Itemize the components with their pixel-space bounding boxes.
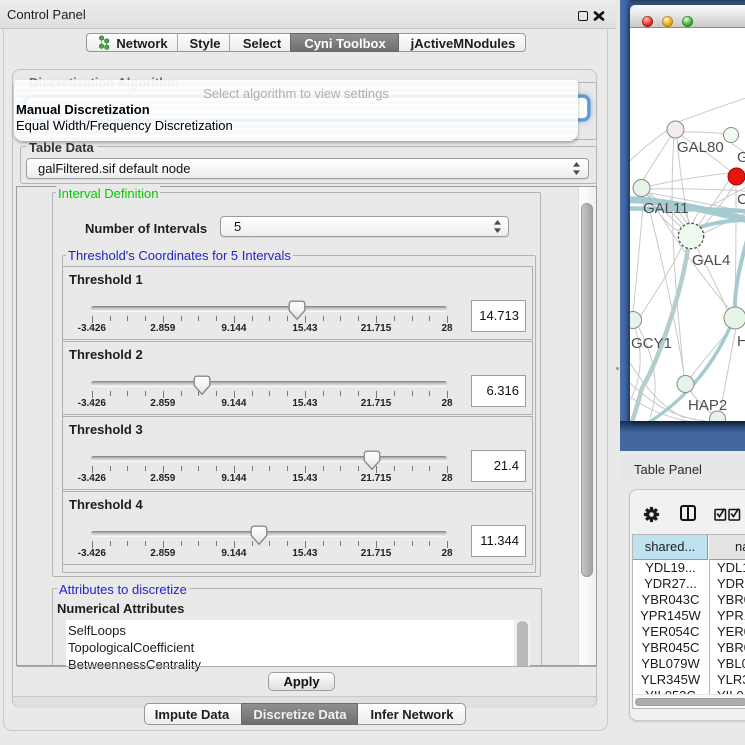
- svg-text:GCY1: GCY1: [631, 335, 672, 352]
- svg-text:GAL4: GAL4: [692, 252, 730, 269]
- svg-text:HAP2: HAP2: [688, 397, 727, 414]
- svg-text:G.: G.: [737, 149, 745, 166]
- svg-text:H: H: [737, 333, 745, 350]
- svg-text:C: C: [737, 191, 745, 208]
- svg-text:GAL80: GAL80: [677, 139, 724, 156]
- svg-text:GAL11: GAL11: [643, 200, 689, 217]
